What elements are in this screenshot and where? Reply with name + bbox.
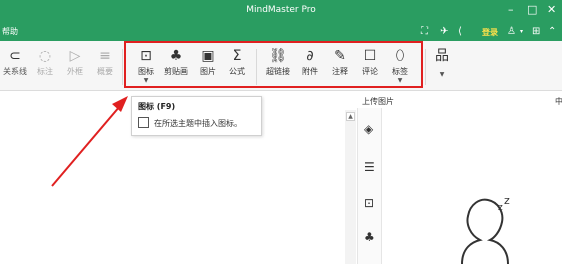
annotation-arrow — [51, 96, 128, 187]
